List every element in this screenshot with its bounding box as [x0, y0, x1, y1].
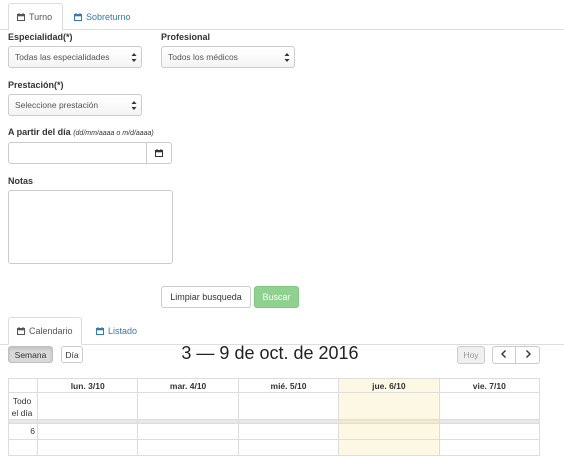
time-slot-cell[interactable]	[36, 423, 139, 440]
select-arrows-icon	[131, 52, 137, 63]
tab-sobreturno-label: Sobreturno	[86, 12, 131, 22]
all-day-cell-today[interactable]	[338, 392, 440, 420]
fecha-format-hint: (dd/mm/aaaa o m/d/aaaa)	[73, 130, 154, 137]
day-header: mié. 5/10	[237, 378, 340, 393]
day-header: vie. 7/10	[438, 378, 541, 393]
time-slot-cell[interactable]	[438, 423, 541, 440]
especialidad-label: Especialidad(*)	[8, 32, 73, 42]
all-day-cell[interactable]	[237, 392, 340, 420]
form-tabs: Turno Sobreturno	[0, 0, 564, 31]
tab-calendario[interactable]: Calendario	[8, 317, 82, 345]
day-header: mar. 4/10	[137, 378, 239, 393]
all-day-cell[interactable]	[137, 392, 239, 420]
select-arrows-icon	[131, 100, 137, 111]
limpiar-busqueda-button[interactable]: Limpiar busqueda	[161, 286, 251, 308]
tab-turno-label: Turno	[29, 12, 53, 22]
prestacion-label: Prestación(*)	[8, 80, 64, 90]
prestacion-value: Seleccione prestación	[15, 100, 99, 110]
profesional-label: Profesional	[161, 32, 211, 42]
time-slot-cell-today[interactable]	[338, 423, 440, 440]
all-day-row: Todo el día	[8, 392, 541, 420]
chevron-right-icon	[525, 350, 531, 360]
day-header-today: jue. 6/10	[338, 378, 440, 393]
fecha-label: A partir del día (dd/mm/aaaa o m/d/aaaa)	[8, 127, 154, 137]
tab-turno[interactable]: Turno	[8, 3, 63, 31]
all-day-cell[interactable]	[438, 392, 541, 420]
select-arrows-icon	[284, 52, 290, 63]
time-slot-row: 6	[8, 423, 541, 440]
time-slot-label: 6	[8, 423, 38, 440]
tab-listado-label: Listado	[108, 326, 138, 336]
day-header: lun. 3/10	[36, 378, 139, 393]
fecha-calendar-button[interactable]	[146, 142, 172, 164]
calendar-icon	[155, 149, 163, 157]
notas-label: Notas	[8, 176, 34, 186]
calendar-icon	[17, 327, 25, 335]
time-slot-cell[interactable]	[137, 423, 239, 440]
prev-week-button[interactable]	[492, 346, 516, 364]
fecha-input[interactable]	[8, 142, 147, 164]
prestacion-select[interactable]: Seleccione prestación	[8, 94, 142, 116]
especialidad-value: Todas las especialidades	[15, 52, 110, 62]
tab-listado[interactable]: Listado	[88, 317, 146, 345]
hoy-button[interactable]: Hoy	[457, 346, 485, 364]
tab-calendario-label: Calendario	[29, 326, 73, 336]
all-day-cell[interactable]	[36, 392, 139, 420]
all-day-label: Todo el día	[8, 392, 38, 420]
profesional-value: Todos los médicos	[168, 52, 238, 62]
next-week-button[interactable]	[515, 346, 540, 364]
tab-sobreturno[interactable]: Sobreturno	[66, 3, 138, 31]
axis-header	[8, 378, 38, 393]
calendar-icon	[74, 13, 82, 21]
calendar-icon	[96, 327, 104, 335]
calendar-grid: lun. 3/10 mar. 4/10 mié. 5/10 jue. 6/10 …	[8, 378, 541, 456]
especialidad-select[interactable]: Todas las especialidades	[8, 46, 142, 68]
calendar-icon	[17, 13, 25, 21]
view-tabs: Calendario Listado	[0, 317, 564, 345]
profesional-select[interactable]: Todos los médicos	[161, 46, 295, 68]
calendar-header-row: lun. 3/10 mar. 4/10 mié. 5/10 jue. 6/10 …	[8, 378, 541, 393]
buscar-button[interactable]: Buscar	[254, 286, 299, 308]
fecha-label-text: A partir del día	[8, 127, 71, 137]
chevron-left-icon	[501, 350, 507, 360]
notas-textarea[interactable]	[8, 190, 173, 264]
time-slot-cell[interactable]	[237, 423, 340, 440]
